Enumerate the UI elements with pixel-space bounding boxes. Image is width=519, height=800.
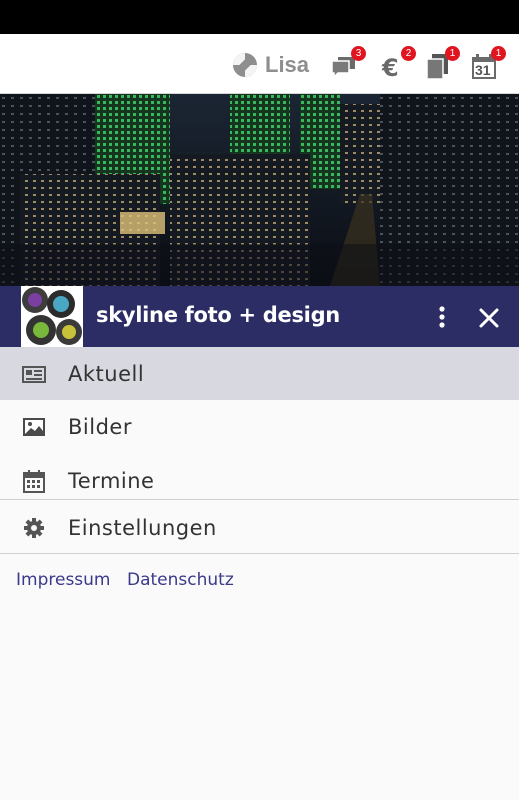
- menu-item-aktuell[interactable]: Aktuell: [0, 347, 519, 400]
- menu-item-einstellungen[interactable]: Einstellungen: [0, 501, 519, 554]
- user-menu[interactable]: Lisa: [232, 51, 309, 79]
- menu-divider: [0, 553, 519, 554]
- chat-badge: 3: [351, 46, 366, 61]
- organization-bar: skyline foto + design: [0, 286, 519, 347]
- chat-button[interactable]: 3: [330, 46, 366, 82]
- calendar-icon: [23, 469, 45, 493]
- more-options-button[interactable]: [430, 302, 454, 332]
- calendar-day: 31: [475, 62, 491, 78]
- gear-icon: [24, 517, 44, 538]
- menu-item-label: Aktuell: [68, 361, 145, 386]
- more-vertical-icon: [439, 306, 445, 328]
- menu-item-label: Termine: [68, 468, 155, 493]
- datenschutz-link[interactable]: Datenschutz: [127, 570, 234, 590]
- svg-text:€: €: [381, 54, 399, 80]
- calendar-badge: 1: [491, 46, 506, 61]
- organization-avatar[interactable]: [21, 286, 83, 347]
- close-icon: [479, 308, 499, 328]
- newspaper-icon: [22, 365, 46, 383]
- app-logo-icon: [233, 53, 257, 77]
- payments-badge: 2: [401, 46, 416, 61]
- system-status-bar: [0, 0, 519, 34]
- payments-button[interactable]: € 2: [380, 46, 416, 82]
- impressum-link[interactable]: Impressum: [16, 570, 111, 590]
- menu-item-bilder[interactable]: Bilder: [0, 400, 519, 453]
- header-cityscape-image: [0, 94, 519, 286]
- close-button[interactable]: [476, 302, 502, 332]
- organization-title: skyline foto + design: [96, 303, 340, 327]
- menu-item-label: Bilder: [68, 414, 132, 439]
- top-bar: Lisa 3 € 2 1 31 1: [0, 34, 519, 94]
- menu-item-label: Einstellungen: [68, 515, 217, 540]
- calendar-button[interactable]: 31 1: [470, 46, 506, 82]
- documents-badge: 1: [445, 46, 460, 61]
- user-name: Lisa: [265, 52, 310, 77]
- image-icon: [23, 417, 45, 436]
- documents-button[interactable]: 1: [424, 46, 460, 82]
- menu-divider: [0, 499, 519, 500]
